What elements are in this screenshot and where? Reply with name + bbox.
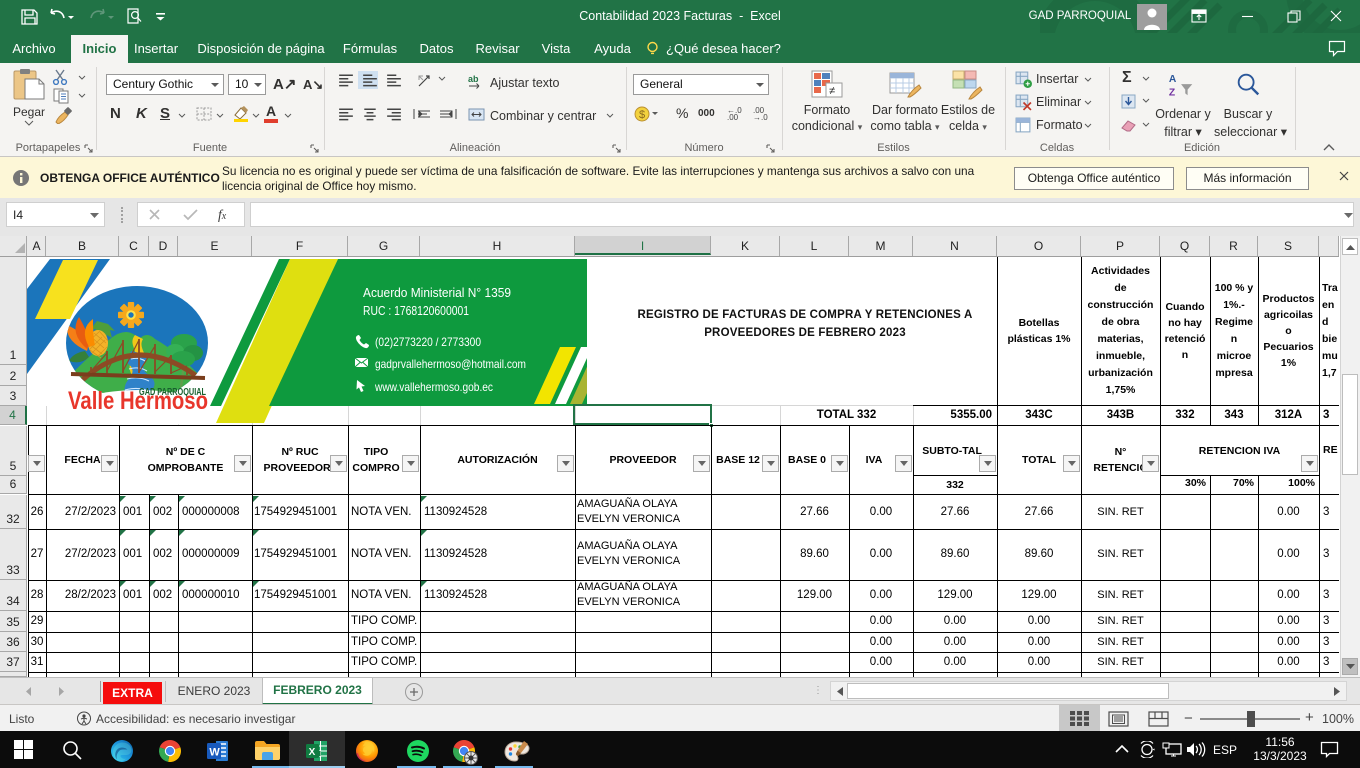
- svg-text:www.vallehermoso.gob.ec: www.vallehermoso.gob.ec: [374, 380, 493, 394]
- svg-text:→.0: →.0: [753, 113, 768, 121]
- svg-text:≠: ≠: [829, 85, 835, 97]
- svg-text:W: W: [209, 747, 220, 759]
- svg-text:ab: ab: [468, 74, 479, 84]
- svg-text:RUC : 1768120600001: RUC : 1768120600001: [363, 303, 469, 318]
- svg-text:Z: Z: [1169, 87, 1175, 98]
- svg-text:A: A: [1169, 74, 1177, 85]
- svg-text:gadprvallehermoso@hotmail.com: gadprvallehermoso@hotmail.com: [375, 357, 526, 371]
- svg-text:X: X: [309, 747, 316, 758]
- svg-text:$: $: [639, 109, 645, 121]
- svg-text:(02)2773220 / 2773300: (02)2773220 / 2773300: [375, 335, 481, 349]
- svg-text:Acuerdo Ministerial N° 1359: Acuerdo Ministerial N° 1359: [363, 285, 511, 300]
- svg-text:Valle Hermoso: Valle Hermoso: [68, 387, 208, 415]
- svg-text:.00: .00: [727, 113, 739, 121]
